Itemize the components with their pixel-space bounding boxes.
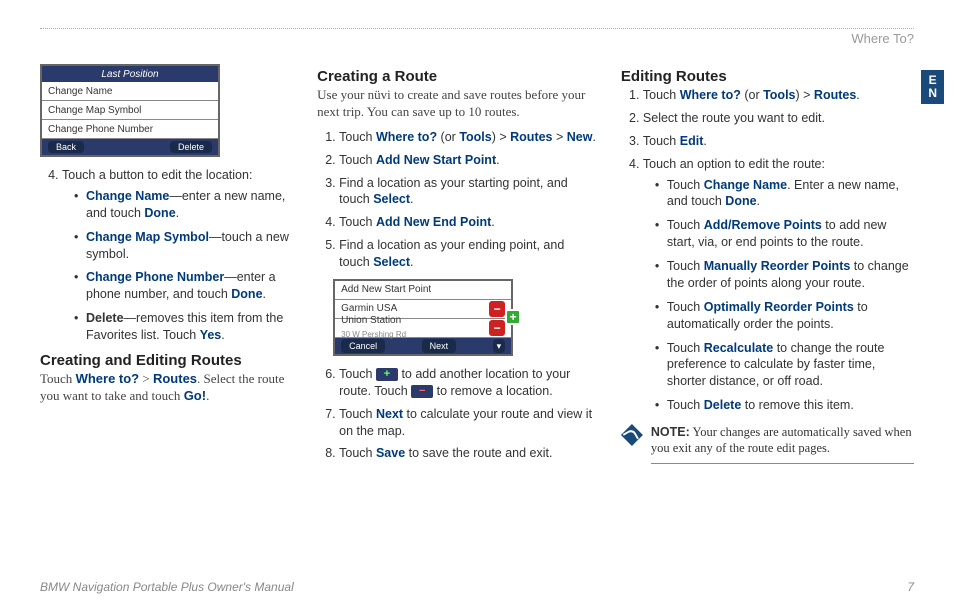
bullet-item: Change Map Symbol—touch a new symbol.	[76, 229, 293, 263]
list-item: Touch Add New End Point.	[339, 214, 597, 231]
remove-icon	[411, 385, 433, 398]
edit-route-steps: Touch Where to? (or Tools) > Routes. Sel…	[621, 87, 914, 414]
note-box: NOTE: Your changes are automatically sav…	[621, 424, 914, 464]
device-row: Change Map Symbol	[42, 101, 218, 120]
device-row: Add New Start Point	[335, 281, 511, 300]
device-row: Union Station30 W Pershing Rd − +	[335, 319, 511, 338]
top-rule	[40, 28, 914, 29]
heading-creating-editing-routes: Creating and Editing Routes	[40, 352, 293, 369]
bullet-item: Change Phone Number—enter a phone number…	[76, 269, 293, 303]
create-route-steps: Touch Where to? (or Tools) > Routes > Ne…	[317, 129, 597, 463]
device-row: Change Phone Number	[42, 120, 218, 139]
bullet-item: Delete—removes this item from the Favori…	[76, 310, 293, 344]
footer: BMW Navigation Portable Plus Owner's Man…	[40, 580, 914, 594]
list-item: Touch Edit.	[643, 133, 914, 150]
heading-editing-routes: Editing Routes	[621, 68, 914, 85]
device-next-button: Next	[422, 339, 457, 353]
intro-text: Touch Where to? > Routes. Select the rou…	[40, 371, 293, 405]
bullet-item: Touch Optimally Reorder Points to automa…	[657, 299, 914, 333]
bullet-item: Change Name—enter a new name, and touch …	[76, 188, 293, 222]
bullet-item: Touch Change Name. Enter a new name, and…	[657, 177, 914, 211]
bullet-item: Touch Recalculate to change the route pr…	[657, 340, 914, 391]
plus-icon: +	[505, 309, 521, 325]
minus-icon: −	[489, 320, 505, 336]
column-middle: Creating a Route Use your nüvi to create…	[317, 60, 597, 468]
list-item: Touch Next to calculate your route and v…	[339, 406, 597, 440]
list-item: Touch Where to? (or Tools) > Routes.	[643, 87, 914, 104]
intro-text: Use your nüvi to create and save routes …	[317, 87, 597, 121]
heading-creating-route: Creating a Route	[317, 68, 597, 85]
list-item: Touch to add another location to your ro…	[339, 366, 597, 400]
breadcrumb: Where To?	[40, 31, 914, 46]
column-right: Editing Routes Touch Where to? (or Tools…	[621, 60, 914, 468]
device-delete-button: Delete	[170, 141, 212, 153]
list-item: Find a location as your starting point, …	[339, 175, 597, 209]
note-icon	[621, 424, 643, 446]
list-item: Touch a button to edit the location: Cha…	[62, 167, 293, 344]
list-item: Touch Where to? (or Tools) > Routes > Ne…	[339, 129, 597, 146]
footer-title: BMW Navigation Portable Plus Owner's Man…	[40, 580, 294, 594]
bullet-item: Touch Add/Remove Points to add new start…	[657, 217, 914, 251]
list-item: Select the route you want to edit.	[643, 110, 914, 127]
page-number: 7	[907, 580, 914, 594]
add-icon	[376, 368, 398, 381]
column-left: Last Position Change Name Change Map Sym…	[40, 60, 293, 468]
down-icon: ▾	[493, 339, 506, 353]
device-route-points: Add New Start Point Garmin USA− Union St…	[333, 279, 513, 356]
list-item: Touch an option to edit the route: Touch…	[643, 156, 914, 414]
language-tab: E N	[921, 70, 944, 104]
note-text: NOTE: Your changes are automatically sav…	[651, 424, 914, 464]
edit-location-steps: Touch a button to edit the location: Cha…	[40, 167, 293, 344]
device-title: Last Position	[42, 66, 218, 82]
bullet-item: Touch Manually Reorder Points to change …	[657, 258, 914, 292]
device-back-button: Back	[48, 141, 84, 153]
bullet-item: Touch Delete to remove this item.	[657, 397, 914, 414]
device-last-position: Last Position Change Name Change Map Sym…	[40, 64, 220, 157]
list-item: Find a location as your ending point, an…	[339, 237, 597, 356]
device-row: Change Name	[42, 82, 218, 101]
list-item: Touch Save to save the route and exit.	[339, 445, 597, 462]
list-item: Touch Add New Start Point.	[339, 152, 597, 169]
minus-icon: −	[489, 301, 505, 317]
